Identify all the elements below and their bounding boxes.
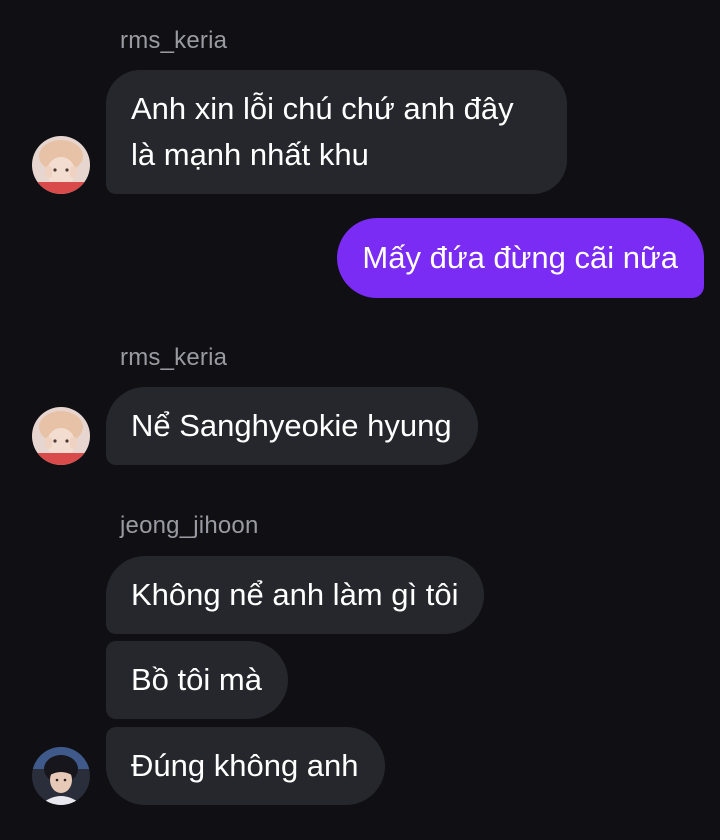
message-bubble-incoming[interactable]: Nể Sanghyeokie hyung — [106, 387, 478, 465]
avatar[interactable] — [32, 136, 90, 194]
message-bubble-incoming[interactable]: Không nể anh làm gì tôi — [106, 556, 485, 634]
sender-name: rms_keria — [120, 27, 228, 54]
message-bubble-incoming[interactable]: Bồ tôi mà — [106, 641, 288, 719]
message-bubble-outgoing[interactable]: Mấy đứa đừng cãi nữa — [337, 218, 704, 298]
message-text: Mấy đứa đừng cãi nữa — [362, 240, 678, 275]
sender-name: rms_keria — [120, 344, 228, 371]
message-text: Bồ tôi mà — [131, 662, 262, 697]
message-bubble-incoming[interactable]: Anh xin lỗi chú chứ anh đây là mạnh nhất… — [106, 70, 567, 194]
message-text: Nể Sanghyeokie hyung — [131, 408, 452, 443]
message-text: Anh xin lỗi chú chứ anh đây là mạnh nhất… — [131, 91, 514, 172]
avatar[interactable] — [32, 747, 90, 805]
message-bubble-incoming[interactable]: Đúng không anh — [106, 727, 385, 805]
avatar-photo-dark-hair-icon — [32, 747, 90, 805]
sender-name: jeong_jihoon — [120, 512, 259, 539]
avatar-photo-blond-hair-icon — [32, 407, 90, 465]
avatar-photo-blond-hair-icon — [32, 136, 90, 194]
avatar[interactable] — [32, 407, 90, 465]
message-text: Không nể anh làm gì tôi — [131, 577, 459, 612]
message-text: Đúng không anh — [131, 748, 359, 783]
